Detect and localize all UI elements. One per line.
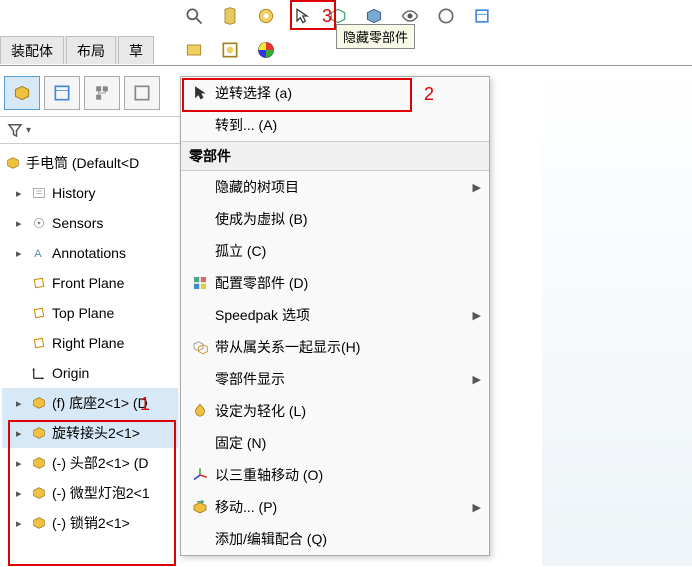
tree-root-label: 手电筒 (Default<D bbox=[26, 153, 139, 173]
edit-appearance-button[interactable] bbox=[432, 2, 460, 30]
filter-row[interactable]: ▾ bbox=[0, 116, 180, 144]
menu-label: 零部件显示 bbox=[215, 369, 473, 389]
tree-part-base[interactable]: ▸ (f) 底座2<1> (D bbox=[2, 388, 178, 418]
menu-label: 以三重轴移动 (O) bbox=[215, 465, 481, 485]
tree-sensors[interactable]: ▸ Sensors bbox=[2, 208, 178, 238]
menu-header-components: 零部件 bbox=[181, 141, 489, 171]
menu-configure-component[interactable]: 配置零部件 (D) bbox=[181, 267, 489, 299]
annotation-number-2: 2 bbox=[424, 84, 434, 105]
tree-label: (f) 底座2<1> (D bbox=[52, 393, 148, 413]
expander-icon: ▸ bbox=[16, 397, 26, 410]
menu-make-virtual[interactable]: 使成为虚拟 (B) bbox=[181, 203, 489, 235]
menu-fix[interactable]: 固定 (N) bbox=[181, 427, 489, 459]
history-icon bbox=[30, 184, 48, 202]
appearances-button[interactable] bbox=[252, 2, 280, 30]
menu-label: 移动... (P) bbox=[215, 497, 473, 517]
triad-icon bbox=[185, 466, 215, 484]
tree-right-plane[interactable]: Right Plane bbox=[2, 328, 178, 358]
menu-set-lightweight[interactable]: 设定为轻化 (L) bbox=[181, 395, 489, 427]
zoom-area-button[interactable] bbox=[216, 2, 244, 30]
menu-show-with-dependents[interactable]: 带从属关系一起显示(H) bbox=[181, 331, 489, 363]
menu-add-edit-mates[interactable]: 添加/编辑配合 (Q) bbox=[181, 523, 489, 555]
menu-hidden-tree-items[interactable]: 隐藏的树项目 ▶ bbox=[181, 171, 489, 203]
configure-icon bbox=[185, 274, 215, 292]
tree-label: Annotations bbox=[52, 245, 126, 261]
command-tabs: 装配体 布局 草 bbox=[0, 36, 154, 64]
configuration-manager-tab[interactable] bbox=[84, 76, 120, 110]
expander-icon: ▸ bbox=[16, 187, 26, 200]
submenu-arrow-icon: ▶ bbox=[473, 373, 481, 386]
annotation-number-1: 1 bbox=[140, 394, 150, 415]
svg-text:A: A bbox=[34, 248, 42, 260]
menu-label: 设定为轻化 (L) bbox=[215, 401, 481, 421]
tree-label: Top Plane bbox=[52, 305, 114, 321]
manager-tabs bbox=[0, 72, 180, 116]
tree-root-assembly[interactable]: 手电筒 (Default<D bbox=[2, 148, 178, 178]
menu-label: 配置零部件 (D) bbox=[215, 273, 481, 293]
move-icon bbox=[185, 498, 215, 516]
view-settings-button[interactable] bbox=[216, 36, 244, 64]
dependents-icon bbox=[185, 338, 215, 356]
apply-scene-button[interactable] bbox=[468, 2, 496, 30]
menu-isolate[interactable]: 孤立 (C) bbox=[181, 235, 489, 267]
annotation-box-2 bbox=[182, 78, 412, 112]
origin-icon bbox=[30, 364, 48, 382]
submenu-arrow-icon: ▶ bbox=[473, 181, 481, 194]
submenu-arrow-icon: ▶ bbox=[473, 501, 481, 514]
plane-icon bbox=[30, 304, 48, 322]
tree-label: Right Plane bbox=[52, 335, 124, 351]
menu-label: 带从属关系一起显示(H) bbox=[215, 337, 481, 357]
expander-icon: ▸ bbox=[16, 217, 26, 230]
tree-label: Front Plane bbox=[52, 275, 124, 291]
submenu-arrow-icon: ▶ bbox=[473, 309, 481, 322]
color-button[interactable] bbox=[252, 36, 280, 64]
heads-up-toolbar-row2 bbox=[180, 36, 280, 64]
annotations-icon: A bbox=[30, 244, 48, 262]
menu-component-display[interactable]: 零部件显示 ▶ bbox=[181, 363, 489, 395]
menu-move[interactable]: 移动... (P) ▶ bbox=[181, 491, 489, 523]
tab-layout[interactable]: 布局 bbox=[66, 36, 116, 64]
section-view-button[interactable] bbox=[180, 36, 208, 64]
tree-label: History bbox=[52, 185, 96, 201]
menu-go-to[interactable]: 转到... (A) bbox=[181, 109, 489, 141]
menu-label: 孤立 (C) bbox=[215, 241, 481, 261]
top-toolbar-area: 装配体 布局 草 3 隐藏零部件 bbox=[0, 0, 692, 66]
tooltip-hide-component: 隐藏零部件 bbox=[336, 24, 415, 49]
feature-manager-tab[interactable] bbox=[4, 76, 40, 110]
tree-origin[interactable]: Origin bbox=[2, 358, 178, 388]
tree-annotations[interactable]: ▸ A Annotations bbox=[2, 238, 178, 268]
tree-label: Origin bbox=[52, 365, 89, 381]
menu-label: 使成为虚拟 (B) bbox=[215, 209, 481, 229]
plane-icon bbox=[30, 334, 48, 352]
tree-front-plane[interactable]: Front Plane bbox=[2, 268, 178, 298]
menu-move-with-triad[interactable]: 以三重轴移动 (O) bbox=[181, 459, 489, 491]
tree-history[interactable]: ▸ History bbox=[2, 178, 178, 208]
annotation-number-3: 3 bbox=[322, 6, 332, 27]
menu-label: Speedpak 选项 bbox=[215, 305, 473, 325]
menu-label: 固定 (N) bbox=[215, 433, 481, 453]
menu-label: 添加/编辑配合 (Q) bbox=[215, 529, 481, 549]
expander-icon: ▸ bbox=[16, 247, 26, 260]
menu-label: 转到... (A) bbox=[215, 115, 481, 135]
dim-expert-tab[interactable] bbox=[124, 76, 160, 110]
annotation-box-1 bbox=[8, 420, 176, 566]
property-manager-tab[interactable] bbox=[44, 76, 80, 110]
part-icon bbox=[30, 394, 48, 412]
tab-sketch[interactable]: 草 bbox=[118, 36, 154, 64]
menu-speedpak[interactable]: Speedpak 选项 ▶ bbox=[181, 299, 489, 331]
tab-assembly[interactable]: 装配体 bbox=[0, 36, 64, 64]
menu-label: 隐藏的树项目 bbox=[215, 177, 473, 197]
plane-icon bbox=[30, 274, 48, 292]
context-menu: 逆转选择 (a) 转到... (A) 零部件 隐藏的树项目 ▶ 使成为虚拟 (B… bbox=[180, 76, 490, 556]
tree-label: Sensors bbox=[52, 215, 103, 231]
assembly-icon bbox=[4, 154, 22, 172]
zoom-to-fit-button[interactable] bbox=[180, 2, 208, 30]
tree-top-plane[interactable]: Top Plane bbox=[2, 298, 178, 328]
graphics-canvas[interactable] bbox=[542, 66, 692, 566]
lightweight-icon bbox=[185, 402, 215, 420]
sensors-icon bbox=[30, 214, 48, 232]
